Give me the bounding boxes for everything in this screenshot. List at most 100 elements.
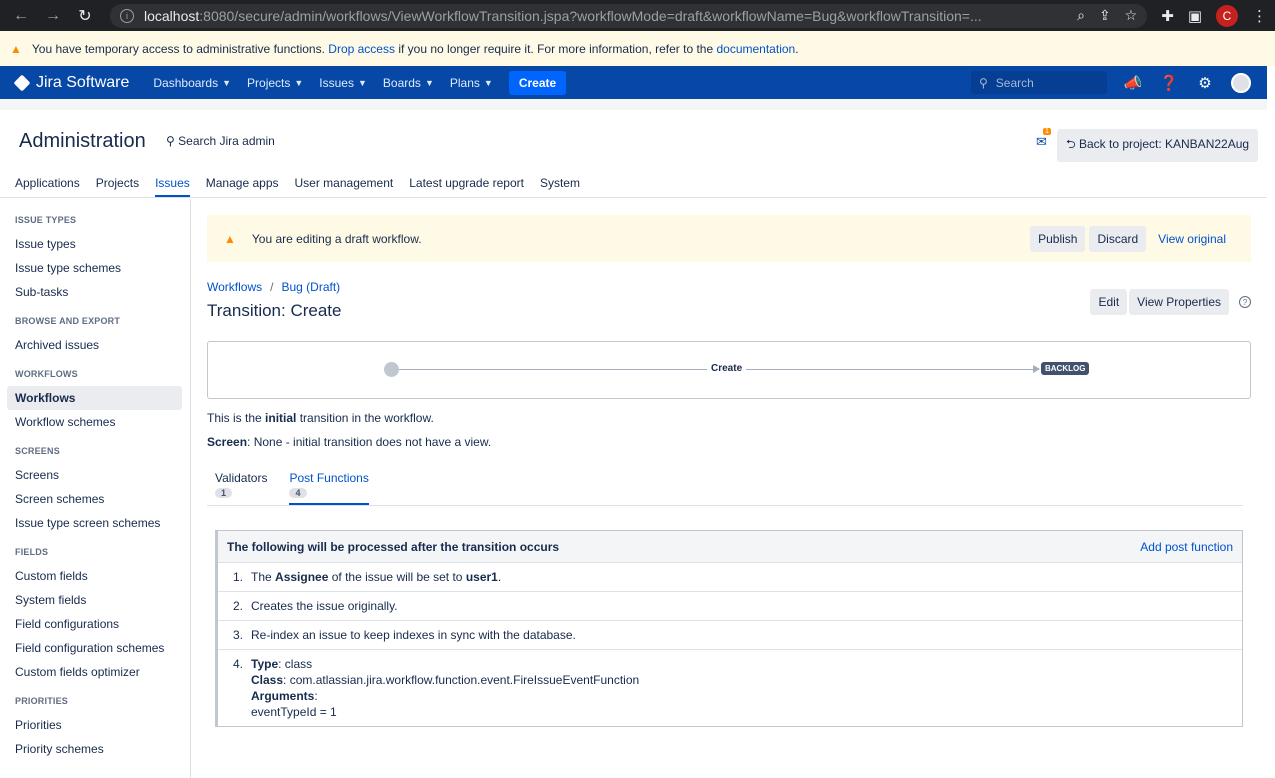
back-to-project-button[interactable]: ⮌ Back to project: KANBAN22Aug [1057, 129, 1259, 162]
target-status-lozenge: BACKLOG [1041, 362, 1090, 375]
sidebar-item-archived-issues[interactable]: Archived issues [7, 333, 182, 357]
note-bold: initial [265, 411, 297, 425]
notification-button[interactable]: ✉ 1 [1036, 128, 1051, 150]
sidebar-group-browse-export: BROWSE AND EXPORT Archived issues [0, 316, 190, 357]
side-panel-icon[interactable]: ▣ [1188, 7, 1202, 25]
post-functions-header: The following will be processed after th… [218, 531, 1242, 563]
admin-tabs: Applications Projects Issues Manage apps… [15, 176, 580, 197]
gear-icon[interactable]: ⚙ [1195, 74, 1215, 92]
tab-user-management[interactable]: User management [295, 176, 394, 197]
create-button[interactable]: Create [508, 70, 567, 95]
menu-projects[interactable]: Projects ▼ [247, 76, 303, 90]
sidebar-item-field-configuration-schemes[interactable]: Field configuration schemes [7, 636, 182, 660]
back-arrow-icon[interactable]: ← [8, 3, 34, 29]
item-bold: user1 [465, 570, 498, 584]
note-text: transition in the workflow. [299, 411, 434, 425]
megaphone-icon[interactable]: 📣 [1123, 74, 1143, 92]
tab-applications[interactable]: Applications [15, 176, 80, 197]
address-bar[interactable]: i localhost:8080/secure/admin/workflows/… [110, 3, 1148, 28]
global-search-input[interactable]: ⚲ Search [971, 71, 1107, 94]
return-arrow-icon: ⮌ [1066, 137, 1076, 151]
tab-manage-apps[interactable]: Manage apps [206, 176, 279, 197]
drop-access-link[interactable]: Drop access [328, 42, 395, 56]
item-number: 4. [232, 657, 243, 671]
menu-plans[interactable]: Plans ▼ [450, 76, 493, 90]
breadcrumb-bug-draft-link[interactable]: Bug (Draft) [281, 280, 340, 294]
extensions-icon[interactable]: ✚ [1161, 7, 1174, 25]
menu-label: Dashboards [153, 75, 219, 90]
sidebar-item-priority-schemes[interactable]: Priority schemes [7, 737, 182, 761]
jira-logo[interactable]: Jira Software [13, 74, 129, 92]
tab-system[interactable]: System [540, 176, 580, 197]
sidebar-item-screen-schemes[interactable]: Screen schemes [7, 487, 182, 511]
user-avatar[interactable] [1231, 72, 1251, 93]
forward-arrow-icon[interactable]: → [40, 3, 66, 29]
notification-badge: 1 [1043, 128, 1051, 135]
menu-issues[interactable]: Issues ▼ [319, 76, 367, 90]
sidebar-item-sub-tasks[interactable]: Sub-tasks [7, 280, 182, 304]
sidebar-item-custom-fields-optimizer[interactable]: Custom fields optimizer [7, 660, 182, 684]
sidebar-item-workflows[interactable]: Workflows [7, 386, 182, 410]
sidebar-item-priorities[interactable]: Priorities [7, 713, 182, 737]
view-original-link[interactable]: View original [1150, 232, 1234, 246]
warning-icon: ▲ [10, 41, 22, 56]
chevron-down-icon: ▼ [483, 77, 493, 88]
transition-diagram: Create BACKLOG [207, 341, 1251, 399]
class-label: Class [251, 673, 284, 687]
help-icon[interactable]: ❓ [1159, 74, 1179, 92]
draft-workflow-banner: ▲ You are editing a draft workflow. Publ… [207, 215, 1251, 262]
tab-post-functions[interactable]: Post Functions 4 [289, 471, 369, 505]
note-text: This is the [207, 411, 262, 425]
sidebar-item-issue-type-schemes[interactable]: Issue type schemes [7, 256, 182, 280]
menu-boards[interactable]: Boards ▼ [383, 76, 434, 90]
item-number: 2. [232, 599, 243, 613]
tab-projects[interactable]: Projects [96, 176, 139, 197]
tab-label: Post Functions [289, 471, 369, 485]
tab-label: Validators [215, 471, 268, 485]
sidebar-item-custom-fields[interactable]: Custom fields [7, 564, 182, 588]
admin-search-link[interactable]: ⚲ Search Jira admin [166, 134, 275, 148]
discard-button[interactable]: Discard [1089, 225, 1147, 252]
search-placeholder: Search [995, 75, 1034, 90]
profile-avatar[interactable]: C [1216, 4, 1238, 27]
draft-message: You are editing a draft workflow. [251, 231, 422, 246]
breadcrumb-separator: / [270, 280, 274, 294]
warning-icon: ▲ [224, 231, 236, 246]
question-circle-icon[interactable]: ? [1239, 296, 1251, 308]
zoom-icon[interactable]: ⌕ [1077, 7, 1085, 24]
sidebar-item-workflow-schemes[interactable]: Workflow schemes [7, 410, 182, 434]
breadcrumb-workflows-link[interactable]: Workflows [207, 280, 262, 294]
kebab-menu-icon[interactable]: ⋮ [1252, 7, 1267, 25]
sidebar-item-system-fields[interactable]: System fields [7, 588, 182, 612]
add-post-function-link[interactable]: Add post function [1140, 540, 1233, 554]
back-to-project-label: Back to project: KANBAN22Aug [1078, 137, 1250, 151]
reload-icon[interactable]: ↻ [72, 3, 98, 29]
tab-validators[interactable]: Validators 1 [215, 471, 267, 505]
documentation-link[interactable]: documentation [716, 42, 795, 56]
argument-value: eventTypeId = 1 [251, 705, 337, 719]
view-properties-button[interactable]: View Properties [1129, 289, 1229, 315]
sidebar-item-screens[interactable]: Screens [7, 463, 182, 487]
edit-button[interactable]: Edit [1090, 289, 1128, 315]
sidebar-item-issue-type-screen-schemes[interactable]: Issue type screen schemes [7, 511, 182, 535]
share-icon[interactable]: ⇪ [1099, 7, 1111, 24]
sidebar-group-priorities: PRIORITIES Priorities Priority schemes [0, 696, 190, 761]
site-info-icon[interactable]: i [120, 8, 134, 23]
url-path: :8080/secure/admin/workflows/ViewWorkflo… [199, 7, 982, 24]
item-text: Re-index an issue to keep indexes in syn… [251, 628, 576, 642]
search-icon: ⚲ [166, 134, 175, 148]
transition-tabs: Validators 1 Post Functions 4 [207, 471, 1243, 506]
publish-button[interactable]: Publish [1030, 225, 1086, 252]
admin-title: Administration [19, 130, 146, 152]
sidebar-item-issue-types[interactable]: Issue types [7, 232, 182, 256]
item-text: Creates the issue originally. [251, 599, 398, 613]
item-number: 1. [232, 570, 243, 584]
bookmark-star-icon[interactable]: ☆ [1125, 7, 1138, 24]
admin-header: Administration ⚲ Search Jira admin ✉ 1 ⮌… [0, 110, 1267, 198]
browser-toolbar: ← → ↻ i localhost:8080/secure/admin/work… [0, 0, 1275, 31]
menu-dashboards[interactable]: Dashboards ▼ [153, 76, 231, 90]
tab-issues[interactable]: Issues [155, 176, 190, 197]
access-text-before: You have temporary access to administrat… [31, 41, 325, 56]
sidebar-item-field-configurations[interactable]: Field configurations [7, 612, 182, 636]
tab-latest-upgrade-report[interactable]: Latest upgrade report [409, 176, 524, 197]
